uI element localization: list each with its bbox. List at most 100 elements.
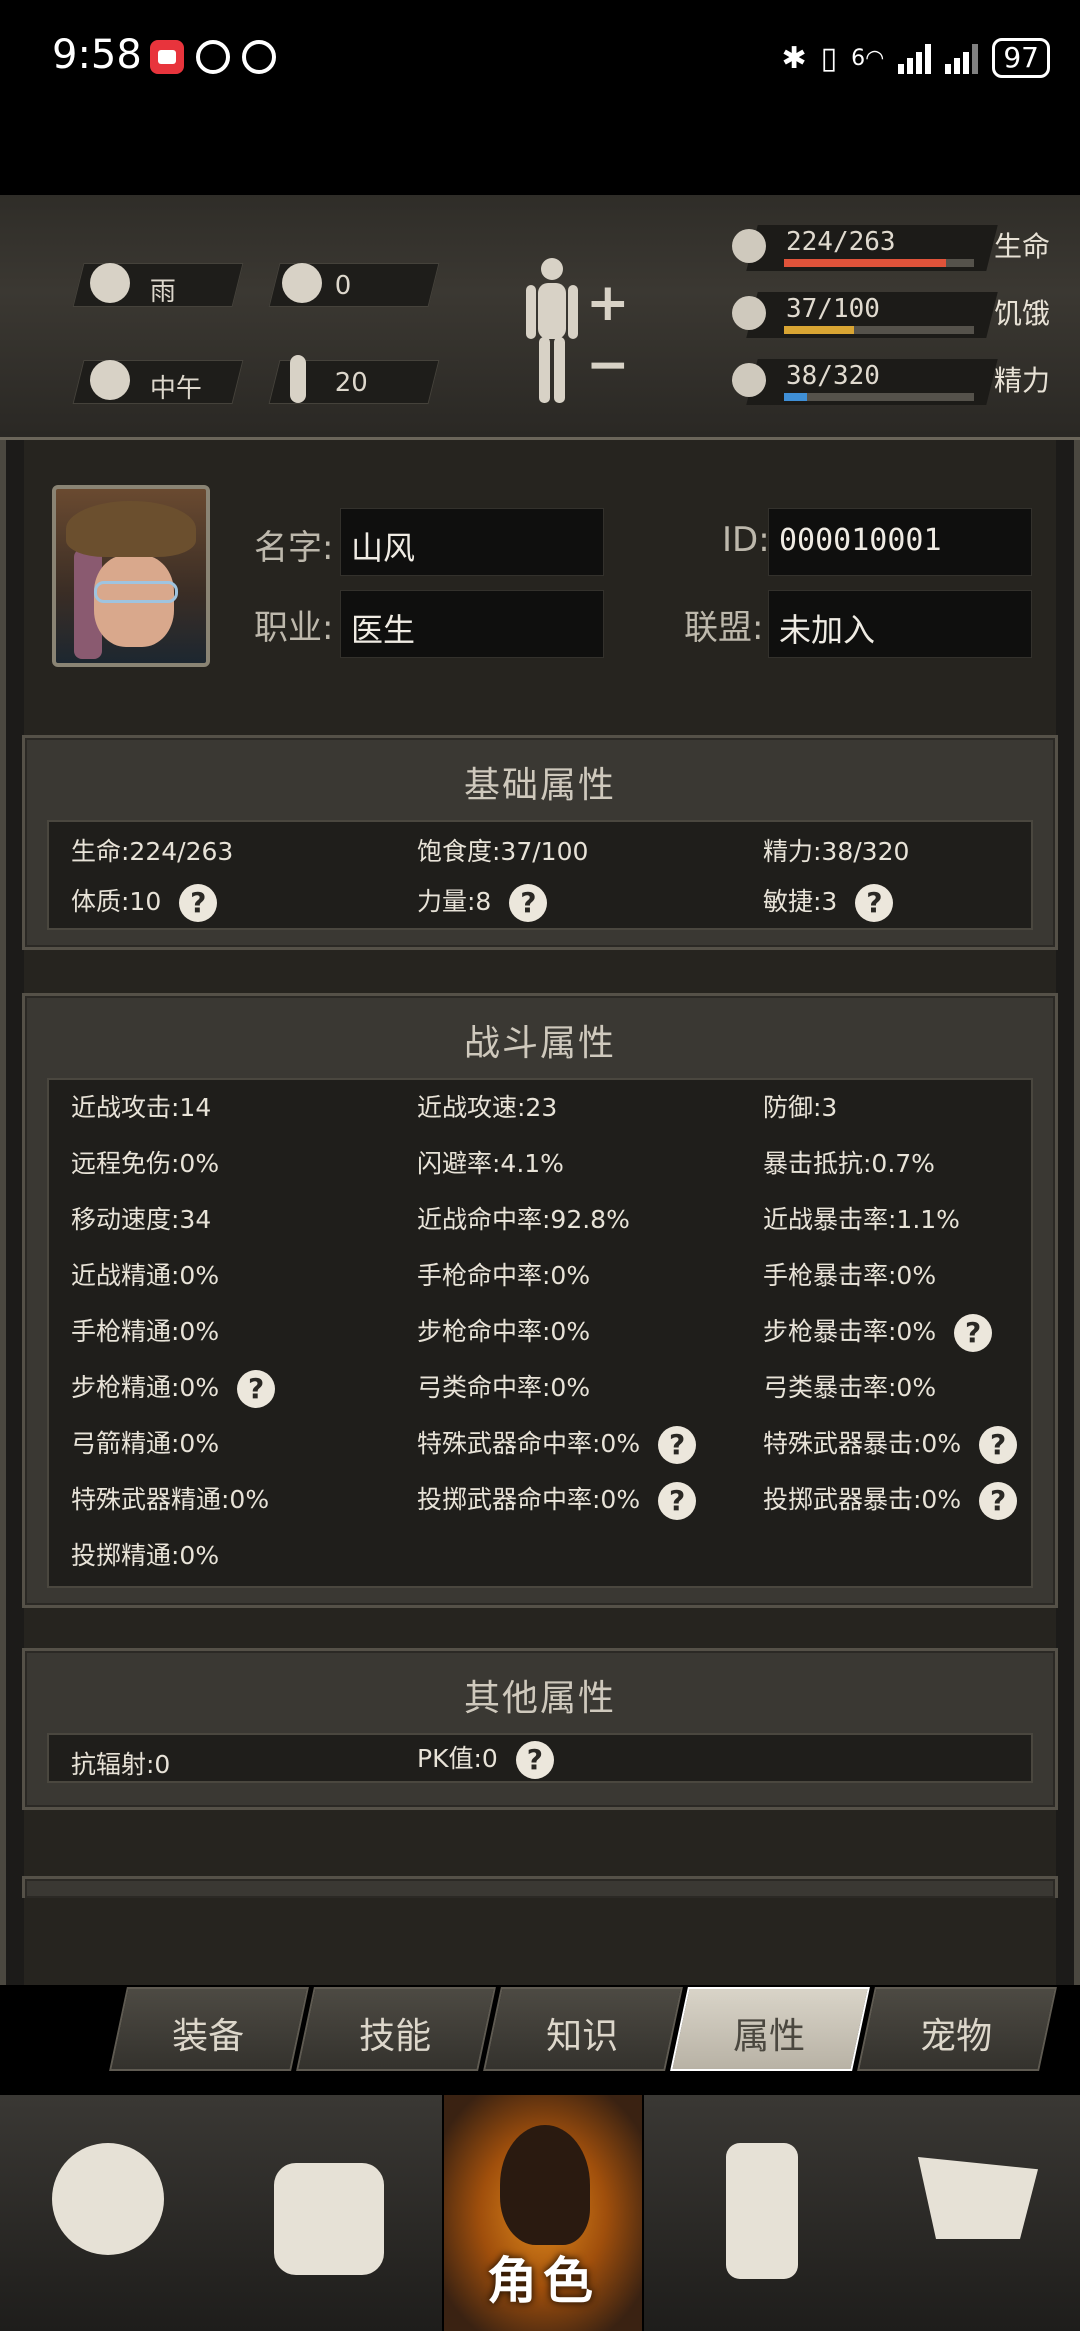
nav-character-label: 角色 [487, 2252, 599, 2310]
combat-attr: 闪避率:4.1% [417, 1149, 564, 1178]
combat-attr: 手枪命中率:0% [417, 1261, 591, 1290]
combat-attr: 近战命中率:92.8% [417, 1205, 630, 1234]
combat-attr: 弓类命中率:0% [417, 1373, 591, 1402]
bottom-navigation: 角色 [0, 2095, 1080, 2331]
hunger-stat: 37/100 饥饿 [722, 288, 1062, 344]
help-icon[interactable]: ? [979, 1482, 1018, 1520]
combat-attr: 特殊武器暴击:0% [763, 1429, 962, 1458]
backpack-icon [274, 2163, 384, 2275]
rain-cloud-icon [90, 263, 130, 303]
avatar[interactable] [52, 485, 210, 667]
shop-cart-icon [918, 2157, 1038, 2239]
health-bar [784, 259, 946, 267]
signal-icon [898, 42, 932, 74]
combat-attr: 防御:3 [763, 1093, 838, 1122]
energy-stat: 38/320 精力 [722, 355, 1062, 411]
help-icon[interactable]: ? [979, 1426, 1018, 1464]
speedometer-icon [196, 40, 230, 74]
tab-pets[interactable]: 宠物 [857, 1987, 1057, 2071]
combat-attributes-grid: 近战攻击:14 近战攻速:23 防御:3 远程免伤:0% 闪避率:4.1% 暴击抵抗:0.… [47, 1078, 1033, 1588]
brain-energy-icon [732, 363, 766, 397]
clock: 9:58 [52, 32, 142, 78]
hunger-label: 饥饿 [994, 297, 1051, 330]
help-icon[interactable]: ? [237, 1370, 276, 1408]
id-value: 000010001 [779, 523, 942, 558]
name-label: 名字: [254, 528, 334, 568]
status-hud: 雨 0 中午 20 + − 224/263 生命 37/100 饥饿 38/32… [0, 195, 1080, 440]
tab-knowledge[interactable]: 知识 [483, 1987, 683, 2071]
basic-attributes-grid: 生命:224/263 饱食度:37/100 精力:38/320 体质:10? 力… [47, 820, 1033, 930]
alliance-label: 联盟: [684, 608, 764, 648]
combat-attr: 特殊武器精通:0% [71, 1485, 270, 1514]
thermometer-icon [290, 355, 306, 403]
combat-attr: 投掷精通:0% [71, 1541, 220, 1570]
stomach-icon [732, 296, 766, 330]
combat-attr: 特殊武器命中率:0% [417, 1429, 641, 1458]
status-bar: 9:58 ✱ ▯ 6◠ 97 [0, 0, 1080, 120]
help-icon[interactable]: ? [954, 1314, 993, 1352]
nav-character[interactable]: 角色 [442, 2095, 644, 2331]
help-icon[interactable]: ? [658, 1426, 697, 1464]
clock-icon [90, 360, 130, 400]
other-attributes-section: 其他属性 抗辐射:0 PK值:0? [22, 1648, 1058, 1810]
nav-shop[interactable] [870, 2095, 1080, 2331]
energy-value: 38/320 [786, 361, 880, 391]
combat-attr: 近战精通:0% [71, 1261, 220, 1290]
name-value: 山风 [351, 529, 416, 567]
job-value: 医生 [351, 611, 416, 649]
collapsed-section [22, 1876, 1058, 1898]
job-label: 职业: [254, 608, 334, 648]
help-icon[interactable]: ? [509, 884, 548, 922]
notification-app-icon [150, 40, 184, 74]
radiation-icon [282, 263, 322, 303]
character-icon [500, 2125, 590, 2245]
alliance-value: 未加入 [779, 611, 876, 649]
id-field: 000010001 [768, 508, 1032, 576]
tab-equipment[interactable]: 装备 [109, 1987, 309, 2071]
weather-value: 雨 [149, 277, 176, 307]
temperature-value: 20 [334, 368, 368, 398]
tab-attributes[interactable]: 属性 [670, 1987, 870, 2071]
minus-icon[interactable]: − [586, 335, 630, 395]
bluetooth-icon: ✱ [781, 40, 807, 76]
other-attr: 抗辐射:0 [71, 1750, 171, 1779]
other-attributes-grid: 抗辐射:0 PK值:0? [47, 1733, 1033, 1783]
basic-attr: 敏捷:3 [763, 887, 838, 916]
combat-attr: 投掷武器暴击:0% [763, 1485, 962, 1514]
help-icon[interactable]: ? [515, 1741, 554, 1779]
id-label: ID: [722, 520, 770, 560]
help-icon[interactable]: ? [855, 884, 894, 922]
tab-bar: 装备 技能 知识 属性 宠物 [0, 1985, 1080, 2095]
nav-radio[interactable] [644, 2095, 870, 2331]
combat-attr: 近战暴击率:1.1% [763, 1205, 960, 1234]
basic-section-title: 基础属性 [463, 765, 616, 806]
help-icon[interactable]: ? [658, 1482, 697, 1520]
combat-attr: 步枪暴击率:0% [763, 1317, 937, 1346]
plus-icon[interactable]: + [586, 273, 630, 333]
combat-attr: 暴击抵抗:0.7% [763, 1149, 935, 1178]
basic-attributes-section: 基础属性 生命:224/263 饱食度:37/100 精力:38/320 体质:… [22, 735, 1058, 950]
network-label: 6 [851, 45, 866, 71]
health-value: 224/263 [786, 227, 896, 257]
combat-attr: 弓箭精通:0% [71, 1429, 220, 1458]
basic-attr: 体质:10 [71, 887, 162, 916]
radio-icon [726, 2143, 798, 2279]
job-field: 医生 [340, 590, 604, 658]
basic-attr: 饱食度:37/100 [417, 837, 589, 866]
combat-attr: 投掷武器命中率:0% [417, 1485, 641, 1514]
name-field: 山风 [340, 508, 604, 576]
combat-attr: 手枪精通:0% [71, 1317, 220, 1346]
wifi-icon: 6◠ [851, 45, 885, 71]
combat-attr: 步枪命中率:0% [417, 1317, 591, 1346]
alliance-field: 未加入 [768, 590, 1032, 658]
nav-backpack[interactable] [216, 2095, 442, 2331]
basic-attr: 力量:8 [417, 887, 492, 916]
time-of-day-value: 中午 [149, 374, 202, 404]
basic-attr: 生命:224/263 [71, 837, 234, 866]
nav-world[interactable] [0, 2095, 216, 2331]
combat-attr: 弓类暴击率:0% [763, 1373, 937, 1402]
hunger-value: 37/100 [786, 294, 880, 324]
body-figure-icon[interactable] [522, 255, 582, 405]
tab-skills[interactable]: 技能 [296, 1987, 496, 2071]
help-icon[interactable]: ? [179, 884, 218, 922]
